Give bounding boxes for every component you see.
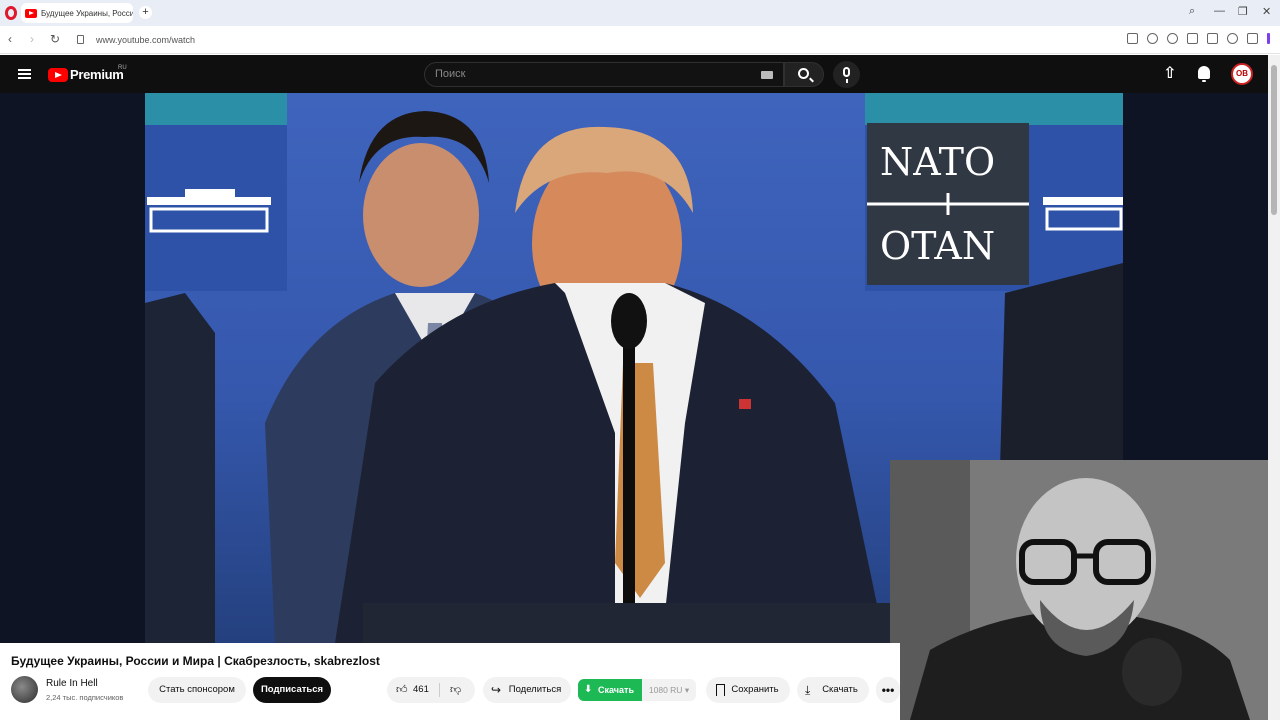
browser-tab-bar: Будущее Украины, Росси + ⌕ — ❐ ✕ bbox=[0, 0, 1280, 26]
address-bar: ‹ › ↻ www.youtube.com/watch bbox=[0, 26, 1280, 54]
chevron-down-icon: ▾ bbox=[684, 685, 690, 695]
shield-icon[interactable] bbox=[1147, 33, 1158, 44]
camera-icon[interactable] bbox=[1127, 33, 1138, 44]
webcam-overlay bbox=[890, 460, 1268, 720]
minimize-button[interactable]: — bbox=[1214, 5, 1225, 17]
download-quality-value: 1080 RU bbox=[648, 685, 683, 695]
download-arrow-icon: ⬇ bbox=[584, 684, 593, 695]
youtube-favicon-icon bbox=[25, 8, 37, 18]
restore-button[interactable]: ❐ bbox=[1238, 5, 1248, 18]
thumbs-down-icon[interactable]: 👎︎ bbox=[450, 684, 461, 696]
more-actions-button[interactable]: ••• bbox=[876, 677, 900, 703]
download-icon[interactable] bbox=[1187, 33, 1198, 44]
extensions-icon[interactable] bbox=[1247, 33, 1258, 44]
video-title: Будущее Украины, России и Мира | Скабрез… bbox=[11, 654, 380, 668]
webcam-person-head bbox=[1016, 478, 1156, 642]
page-scrollbar[interactable] bbox=[1268, 55, 1280, 720]
address-bar-actions bbox=[1127, 33, 1270, 44]
lock-icon[interactable] bbox=[77, 35, 84, 44]
search-button[interactable] bbox=[784, 62, 824, 87]
subscriber-count: 2,24 тыс. подписчиков bbox=[46, 693, 124, 702]
like-dislike-group: 👍︎ 461 👎︎ bbox=[387, 677, 475, 703]
region-code: RU bbox=[118, 65, 127, 71]
search-icon bbox=[798, 68, 809, 79]
subscribe-button[interactable]: Подписаться bbox=[253, 677, 331, 703]
like-count[interactable]: 461 bbox=[413, 677, 429, 703]
profile-icon[interactable] bbox=[1227, 33, 1238, 44]
keyboard-icon[interactable] bbox=[761, 71, 773, 79]
nato-banner-text: NATO bbox=[880, 140, 995, 184]
share-button[interactable]: ↪ Поделиться bbox=[483, 677, 571, 703]
search-box[interactable]: Поиск bbox=[424, 62, 784, 87]
premium-logo-text[interactable]: Premium bbox=[70, 67, 124, 82]
share-label: Поделиться bbox=[508, 684, 562, 695]
download-green-button[interactable]: ⬇ Скачать bbox=[578, 679, 642, 701]
close-button[interactable]: ✕ bbox=[1262, 5, 1271, 18]
otan-banner-text: OTAN bbox=[880, 224, 995, 268]
like-divider bbox=[439, 683, 440, 697]
join-sponsor-button[interactable]: Стать спонсором bbox=[148, 677, 246, 703]
download-quality-select[interactable]: 1080 RU ▾ bbox=[642, 679, 696, 701]
video-info: Будущее Украины, России и Мира | Скабрез… bbox=[0, 643, 900, 720]
hamburger-menu-icon[interactable] bbox=[18, 69, 31, 79]
opera-logo-icon[interactable] bbox=[5, 6, 17, 20]
download-icon: ⤓ bbox=[805, 683, 811, 697]
forward-icon[interactable]: › bbox=[30, 33, 34, 45]
heart-icon[interactable] bbox=[1167, 33, 1178, 44]
save-button[interactable]: Сохранить bbox=[706, 677, 790, 703]
tab-title: Будущее Украины, Росси bbox=[41, 8, 133, 18]
browser-tab-active[interactable]: Будущее Украины, Росси bbox=[21, 3, 133, 23]
download-green-label: Скачать bbox=[598, 685, 634, 695]
sidebar-accent-icon bbox=[1267, 33, 1270, 44]
thumbs-up-icon[interactable]: 👍︎ bbox=[396, 684, 408, 696]
reload-icon[interactable]: ↻ bbox=[50, 33, 60, 45]
microphone-icon-webcam bbox=[1122, 638, 1182, 706]
share-icon: ↪ bbox=[491, 683, 502, 697]
back-icon[interactable]: ‹ bbox=[8, 33, 12, 45]
menu-icon[interactable] bbox=[1207, 33, 1218, 44]
channel-avatar[interactable] bbox=[11, 676, 38, 703]
tab-search-icon[interactable]: ⌕ bbox=[1189, 5, 1195, 18]
new-tab-button[interactable]: + bbox=[139, 6, 152, 19]
bookmark-icon bbox=[716, 684, 725, 696]
youtube-logo-icon[interactable] bbox=[48, 68, 68, 82]
search-input[interactable]: Поиск bbox=[435, 68, 465, 80]
download-button[interactable]: ⤓ Скачать bbox=[797, 677, 869, 703]
download-label: Скачать bbox=[822, 684, 858, 695]
save-label: Сохранить bbox=[731, 684, 779, 695]
scrollbar-thumb[interactable] bbox=[1271, 65, 1277, 215]
youtube-header: Premium RU Поиск ⇧ OB bbox=[0, 55, 1268, 93]
voice-search-button[interactable] bbox=[833, 61, 860, 88]
upload-icon[interactable]: ⇧ bbox=[1163, 66, 1176, 82]
webcam-scene bbox=[890, 460, 1268, 720]
url-field[interactable]: www.youtube.com/watch bbox=[96, 35, 195, 45]
channel-name[interactable]: Rule In Hell bbox=[46, 678, 98, 689]
microphone-icon bbox=[843, 67, 850, 83]
account-avatar[interactable]: OB bbox=[1231, 63, 1253, 85]
notifications-bell-icon[interactable] bbox=[1198, 66, 1210, 82]
